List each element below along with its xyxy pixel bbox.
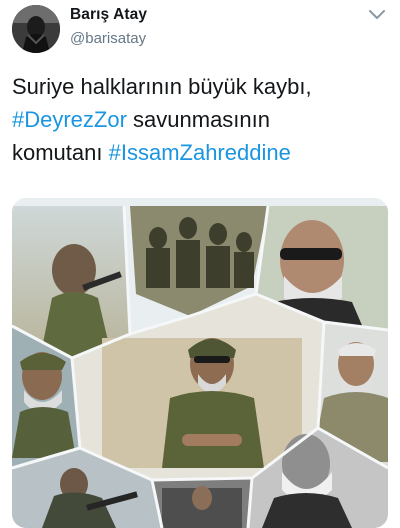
author-handle[interactable]: @barisatay — [70, 30, 146, 47]
tweet-line-1: Suriye halklarının büyük kaybı, — [12, 70, 392, 103]
tweet-line-2: #DeyrezZor savunmasının — [12, 103, 392, 136]
author-name[interactable]: Barış Atay — [70, 6, 147, 24]
hashtag-issamzahreddine[interactable]: #IssamZahreddine — [109, 140, 291, 165]
tweet-text-line1: Suriye halklarının büyük kaybı, — [12, 74, 312, 99]
tweet-line-3: komutanı #IssamZahreddine — [12, 136, 392, 169]
hashtag-deyrezzor[interactable]: #DeyrezZor — [12, 107, 127, 132]
tweet-text-line2: savunmasının — [126, 107, 270, 132]
tweet-card[interactable]: Barış Atay @barisatay Suriye halklarının… — [0, 0, 400, 528]
tweet-text: Suriye halklarının büyük kaybı, #DeyrezZ… — [12, 70, 392, 169]
avatar[interactable] — [12, 5, 60, 53]
tweet-media-image[interactable] — [12, 198, 388, 528]
collage-image — [12, 198, 388, 528]
tweet-text-line3: komutanı — [12, 140, 109, 165]
avatar-photo — [12, 5, 60, 53]
chevron-down-icon[interactable] — [368, 8, 386, 22]
